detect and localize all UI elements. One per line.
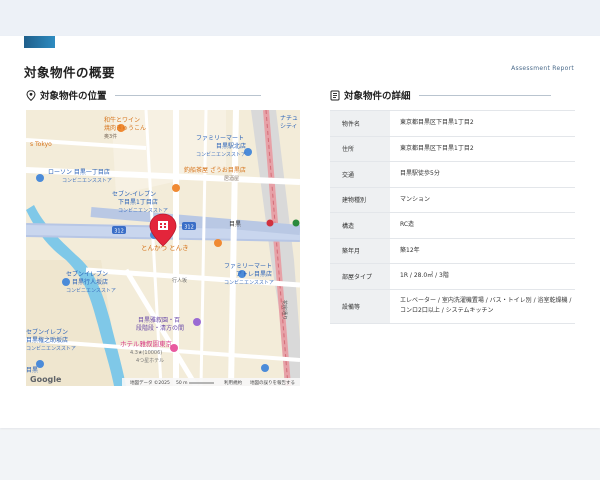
detail-key: 設備等 (330, 289, 390, 324)
page-title: 対象物件の概要 (24, 65, 116, 80)
detail-value: エレベーター / 室内洗濯機置場 / バス・トイレ別 / 浴室乾燥機 / コンロ… (390, 289, 575, 324)
map-label: コンビニエンスストア (62, 177, 112, 184)
map-label: セブンイレブン (66, 270, 108, 278)
details-section-header: 対象物件の詳細 (330, 88, 551, 102)
google-logo: Google (30, 375, 62, 384)
map-label: 目黒駅北店 (216, 142, 246, 150)
top-band (0, 0, 600, 36)
table-row: 住所 東京都目黒区下目黒1丁目2 (330, 136, 575, 162)
section-divider (418, 94, 551, 96)
location-section-header: 対象物件の位置 (26, 88, 261, 102)
detail-value: 東京都目黒区下目黒1丁目2 (390, 136, 575, 162)
map-label: コンビニエンスストア (118, 207, 168, 214)
detail-value: マンション (390, 187, 575, 213)
map-label: コンビニエンスストア (224, 279, 274, 286)
report-label: Assessment Report (511, 65, 574, 72)
map-label: 釣船茶屋 ざうお目黒店 (184, 166, 246, 174)
location-section-title: 対象物件の位置 (40, 91, 107, 102)
map-report-link[interactable]: 地図の誤りを報告する (250, 379, 295, 386)
table-row: 築年月 築12年 (330, 238, 575, 264)
map-label: コンビニエンスストア (66, 287, 116, 294)
table-row: 設備等 エレベーター / 室内洗濯機置場 / バス・トイレ別 / 浴室乾燥機 /… (330, 289, 575, 324)
details-section-title: 対象物件の詳細 (344, 91, 411, 102)
map-pin-icon (26, 89, 36, 101)
detail-value: RC造 (390, 212, 575, 239)
convenience-store-icon[interactable] (62, 278, 70, 286)
map-label: セブン-イレブン (112, 190, 156, 198)
map-label: ホテル雅叙園東京 (120, 339, 173, 348)
convenience-store-icon[interactable] (36, 174, 44, 182)
table-row: 交通 目黒駅徒歩5分 (330, 161, 575, 188)
table-row: 構造 RC造 (330, 212, 575, 239)
map-label: 目黒 (229, 221, 241, 228)
convenience-store-icon[interactable] (261, 364, 269, 372)
map-label: 4.3★(10006) (130, 350, 162, 356)
route-shield: 312 (184, 225, 194, 231)
detail-value: 東京都目黒区下目黒1丁目2 (390, 110, 575, 137)
location-map[interactable]: 312 312 和牛とワイン 焼肉きゅうこん 奥3件 s Tokyo ローソン … (26, 110, 300, 386)
route-shield: 312 (114, 229, 124, 235)
accent-bar (24, 36, 55, 48)
table-row: 部屋タイプ 1R / 28.0㎡ / 3階 (330, 263, 575, 290)
map-terms-link[interactable]: 利用規約 (224, 379, 242, 386)
detail-key: 構造 (330, 212, 390, 239)
detail-key: 物件名 (330, 110, 390, 137)
section-divider (114, 94, 261, 96)
map-label: 和牛とワイン (104, 116, 140, 124)
map-label: ファミリーマート (224, 263, 272, 270)
station-icon[interactable] (266, 219, 274, 227)
map-label: シティ (280, 123, 298, 130)
detail-value: 目黒駅徒歩5分 (390, 161, 575, 188)
map-label: とんかつ とんき (141, 244, 189, 252)
map-label: 4つ星ホテル (136, 358, 164, 364)
map-label: 花房通り (281, 300, 288, 320)
detail-key: 建物種別 (330, 187, 390, 213)
detail-key: 部屋タイプ (330, 263, 390, 290)
map-label: 奥3件 (104, 133, 117, 140)
map-label: 段階段・清方の間 (136, 324, 184, 332)
map-label: 焼肉きゅうこん (104, 124, 146, 132)
map-label: s Tokyo (30, 141, 52, 148)
restaurant-icon[interactable] (172, 184, 180, 192)
map-label: セブンイレブン (26, 328, 68, 336)
map-label: コンビニエンスストア (196, 151, 246, 158)
detail-value: 1R / 28.0㎡ / 3階 (390, 263, 575, 290)
map-label: ローソン 目黒一丁目店 (48, 168, 110, 176)
detail-key: 築年月 (330, 238, 390, 264)
table-row: 物件名 東京都目黒区下目黒1丁目2 (330, 110, 575, 137)
map-copyright: 地図データ ©2025 (130, 379, 170, 386)
map-label: 目黒雅叙園・百 (138, 316, 180, 324)
detail-value: 築12年 (390, 238, 575, 264)
map-label: ファミリーマート (196, 135, 244, 142)
map-label: ナチュ (280, 115, 298, 122)
map-label: 居酒屋 (224, 175, 239, 182)
map-label: 行人坂 (172, 277, 187, 284)
map-label: アトレ目黒店 (236, 270, 272, 278)
map-label: 目黒行人坂店 (72, 278, 108, 286)
map-scale: 50 m (176, 380, 188, 386)
map-label: 下目黒1丁目店 (118, 198, 158, 206)
map-label: 目黒権之助坂店 (26, 336, 68, 344)
table-row: 建物種別 マンション (330, 187, 575, 213)
detail-key: 住所 (330, 136, 390, 162)
detail-key: 交通 (330, 161, 390, 188)
list-icon (330, 90, 340, 100)
map-label: 目黒 (26, 367, 38, 374)
landmark-icon[interactable] (193, 318, 201, 326)
map-label: コンビニエンスストア (26, 345, 76, 352)
restaurant-icon[interactable] (214, 239, 222, 247)
station-icon[interactable] (292, 219, 300, 227)
details-table: 物件名 東京都目黒区下目黒1丁目2 住所 東京都目黒区下目黒1丁目2 交通 目黒… (330, 110, 575, 324)
